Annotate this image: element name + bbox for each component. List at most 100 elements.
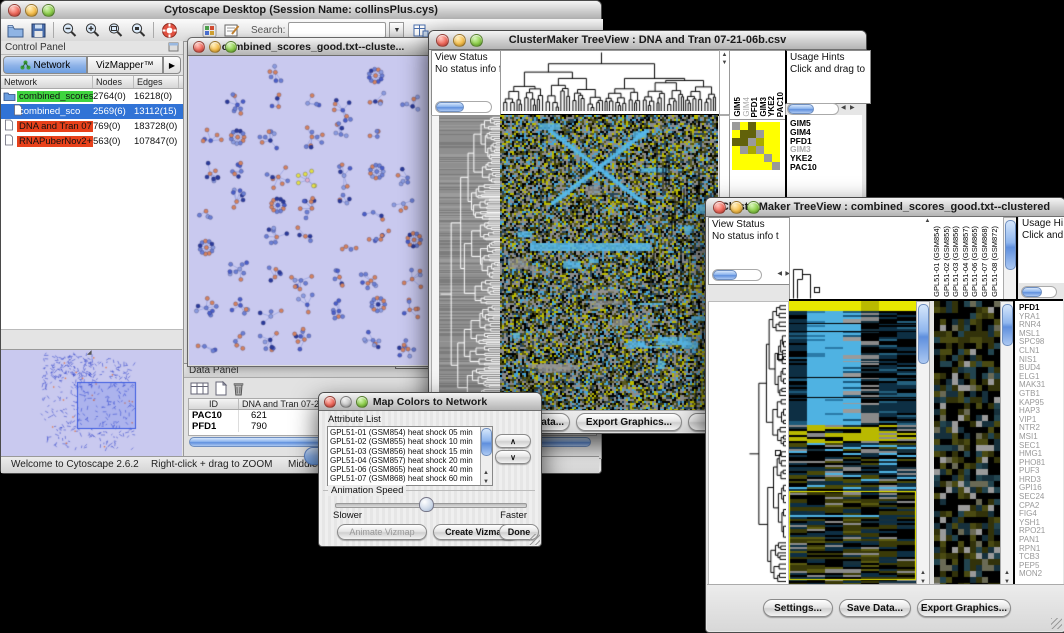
- attribute-list-item[interactable]: GPL51-06 (GSM865) heat shock 40 min: [330, 465, 490, 474]
- close-icon[interactable]: [713, 201, 726, 214]
- attribute-list-item[interactable]: GPL51-03 (GSM856) heat shock 15 min: [330, 447, 490, 456]
- matrix-cell[interactable]: [756, 130, 764, 138]
- tv1-usage-scrollbar[interactable]: [787, 103, 839, 115]
- cytoscape-titlebar[interactable]: Cytoscape Desktop (Session Name: collins…: [1, 1, 601, 20]
- dialog-titlebar[interactable]: Map Colors to Network: [319, 393, 541, 411]
- scroll-up-icon[interactable]: ▲: [483, 470, 489, 476]
- minimize-icon[interactable]: [340, 396, 352, 408]
- zoom-in-icon[interactable]: [82, 21, 102, 39]
- matrix-cell[interactable]: [732, 146, 740, 154]
- matrix-cell[interactable]: [764, 146, 772, 154]
- treeview2-titlebar[interactable]: ClusterMaker TreeView : combined_scores_…: [706, 198, 1064, 217]
- tv2-gene-labels[interactable]: PFD1YRA1RNR4MSL1SPC98CLN1NIS1BUD4ELG1MAK…: [1013, 301, 1063, 585]
- tv1-row-dendrogram[interactable]: [439, 115, 500, 411]
- matrix-cell[interactable]: [756, 154, 764, 162]
- resize-grip[interactable]: [529, 534, 540, 545]
- search-input[interactable]: [288, 22, 386, 38]
- matrix-cell[interactable]: [740, 122, 748, 130]
- attribute-list-item[interactable]: GPL51-07 (GSM868) heat shock 60 min: [330, 474, 490, 483]
- birdseye-panel[interactable]: ◢: [1, 349, 182, 458]
- scroll-right-icon[interactable]: ▶: [850, 104, 855, 111]
- close-icon[interactable]: [324, 396, 336, 408]
- matrix-cell[interactable]: [740, 146, 748, 154]
- matrix-cell[interactable]: [772, 138, 780, 146]
- tv2-row-dendrogram[interactable]: [708, 301, 789, 587]
- speed-slider-thumb[interactable]: [419, 497, 434, 512]
- network-list-row[interactable]: DNA and Tran 07769(0)183728(0): [1, 119, 183, 134]
- matrix-cell[interactable]: [756, 122, 764, 130]
- matrix-cell[interactable]: [772, 162, 780, 170]
- export-graphics-button[interactable]: Export Graphics...: [917, 599, 1011, 617]
- tv2-column-dendrogram[interactable]: [789, 217, 925, 299]
- matrix-cell[interactable]: [764, 154, 772, 162]
- settings-button[interactable]: Settings...: [763, 599, 833, 617]
- network-graph-canvas[interactable]: [189, 56, 437, 365]
- save-data-button[interactable]: Save Data...: [839, 599, 911, 617]
- tv1-column-dendrogram[interactable]: [500, 50, 720, 116]
- zoom-window-icon[interactable]: [225, 41, 237, 53]
- view-status-scrollbar[interactable]: [712, 269, 762, 281]
- scroll-down-icon[interactable]: ▼: [483, 479, 489, 485]
- matrix-cell[interactable]: [764, 138, 772, 146]
- matrix-cell[interactable]: [756, 146, 764, 154]
- tv2-usage-scrollbar[interactable]: [1021, 286, 1057, 298]
- tab-overflow-button[interactable]: ▶: [163, 56, 181, 74]
- matrix-cell[interactable]: [772, 130, 780, 138]
- matrix-cell[interactable]: [772, 122, 780, 130]
- attribute-list-item[interactable]: GPL51-04 (GSM857) heat shock 20 min: [330, 456, 490, 465]
- close-icon[interactable]: [8, 4, 21, 17]
- tab-vizmapper[interactable]: VizMapper™: [87, 56, 163, 74]
- move-down-button[interactable]: ∨: [495, 450, 531, 464]
- network-list[interactable]: combined_scores2764(0)16218(0)combined_s…: [1, 89, 183, 330]
- matrix-cell[interactable]: [772, 154, 780, 162]
- attribute-listbox[interactable]: GPL51-01 (GSM854) heat shock 05 minGPL51…: [327, 426, 493, 486]
- tv2-heat-vscroll[interactable]: ▲ ▼: [916, 301, 930, 587]
- data-col-id[interactable]: ID: [189, 399, 239, 409]
- tv2-secondary-heatmap[interactable]: [934, 301, 1000, 585]
- gene-label[interactable]: MON2: [1019, 570, 1063, 579]
- matrix-cell[interactable]: [732, 154, 740, 162]
- close-icon[interactable]: [193, 41, 205, 53]
- tv2-column-labels[interactable]: GPL51-01 (GSM854)GPL51-02 (GSM855)GPL51-…: [931, 217, 1003, 299]
- matrix-cell[interactable]: [748, 122, 756, 130]
- close-icon[interactable]: [436, 34, 449, 47]
- tv2-collabel-vscroll[interactable]: [1003, 217, 1017, 301]
- scroll-up-icon[interactable]: ▲: [920, 570, 926, 576]
- matrix-cell[interactable]: [732, 162, 740, 170]
- move-up-button[interactable]: ∧: [495, 434, 531, 448]
- save-icon[interactable]: [28, 21, 48, 39]
- tv2-mini-vscroll[interactable]: ▲: [924, 217, 931, 299]
- matrix-cell[interactable]: [756, 162, 764, 170]
- matrix-cell[interactable]: [740, 130, 748, 138]
- scroll-up-icon[interactable]: ▲: [1004, 570, 1010, 576]
- matrix-cell[interactable]: [732, 138, 740, 146]
- matrix-cell[interactable]: [748, 154, 756, 162]
- zoom-window-icon[interactable]: [470, 34, 483, 47]
- network-list-row[interactable]: combined_scores2764(0)16218(0): [1, 89, 183, 104]
- zoom-window-icon[interactable]: [42, 4, 55, 17]
- matrix-cell[interactable]: [740, 154, 748, 162]
- scroll-left-icon[interactable]: ◀: [841, 104, 846, 111]
- matrix-cell[interactable]: [748, 138, 756, 146]
- birdseye-canvas[interactable]: [1, 350, 180, 456]
- float-panel-icon[interactable]: [168, 39, 179, 57]
- zoom-out-icon[interactable]: [59, 21, 79, 39]
- help-lifesaver-icon[interactable]: [159, 21, 179, 39]
- matrix-cell[interactable]: [748, 130, 756, 138]
- tv1-column-labels[interactable]: GIM5GIM4PFD1GIM3YKE2PAC10: [729, 50, 786, 120]
- open-file-icon[interactable]: [5, 21, 25, 39]
- matrix-cell[interactable]: [764, 130, 772, 138]
- tv2-heatmap[interactable]: [789, 301, 916, 585]
- network-list-row[interactable]: combined_sco2569(6)13112(15): [1, 104, 183, 119]
- attribute-list-vscroll[interactable]: ▲ ▼: [480, 427, 492, 485]
- minimize-icon[interactable]: [25, 4, 38, 17]
- tv1-heatmap[interactable]: [500, 115, 718, 411]
- animate-vizmap-button[interactable]: Animate Vizmap: [337, 524, 427, 540]
- zoom-window-icon[interactable]: [356, 396, 368, 408]
- tv2-secondary-vscroll[interactable]: ▲ ▼: [1000, 301, 1014, 587]
- zoom-selected-icon[interactable]: [128, 21, 148, 39]
- network-view-titlebar[interactable]: combined_scores_good.txt--cluste...: [188, 38, 438, 56]
- scroll-left-icon[interactable]: ◀: [777, 268, 782, 280]
- matrix-cell[interactable]: [748, 162, 756, 170]
- treeview1-titlebar[interactable]: ClusterMaker TreeView : DNA and Tran 07-…: [429, 31, 866, 50]
